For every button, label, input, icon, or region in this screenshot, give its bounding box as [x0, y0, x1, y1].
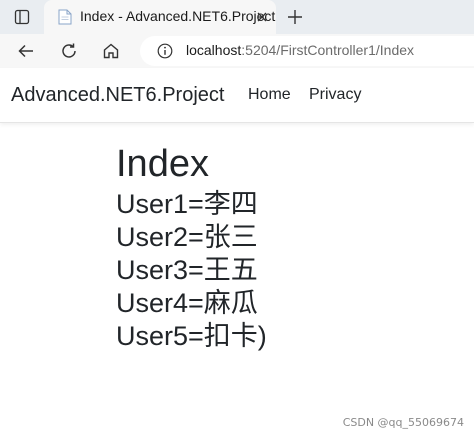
back-icon[interactable] [14, 39, 38, 63]
site-brand-link[interactable]: Advanced.NET6.Project [11, 84, 224, 107]
address-bar[interactable]: localhost:5204/FirstController1/Index [140, 36, 474, 66]
info-icon[interactable] [157, 43, 173, 59]
new-tab-icon[interactable] [284, 6, 306, 28]
url-path: :5204/FirstController1/Index [241, 42, 415, 58]
browser-toolbar: localhost:5204/FirstController1/Index [0, 34, 474, 68]
browser-tab[interactable]: Index - Advanced.NET6.Project [44, 0, 276, 34]
user-entry: User5=扣卡) [116, 321, 267, 351]
tab-strip: Index - Advanced.NET6.Project [0, 0, 474, 34]
watermark: CSDN @qq_55069674 [342, 416, 464, 429]
refresh-icon[interactable] [57, 39, 81, 63]
home-icon[interactable] [99, 39, 123, 63]
tab-actions-icon[interactable] [10, 6, 34, 28]
site-navbar: Advanced.NET6.Project Home Privacy [0, 68, 474, 123]
nav-link-privacy[interactable]: Privacy [309, 86, 361, 104]
url-host: localhost [186, 42, 242, 58]
user-entry: User4=麻瓜 [116, 288, 258, 318]
user-entry: User3=王五 [116, 255, 258, 285]
url-text: localhost:5204/FirstController1/Index [186, 42, 414, 58]
page-favicon-icon [58, 9, 72, 25]
user-entry: User1=李四 [116, 189, 258, 219]
tab-title: Index - Advanced.NET6.Project [80, 8, 276, 24]
close-icon[interactable] [254, 9, 270, 25]
user-entry: User2=张三 [116, 222, 258, 252]
nav-link-home[interactable]: Home [248, 86, 291, 104]
main-content: Index User1=李四 User2=张三 User3=王五 User4=麻… [116, 142, 267, 353]
page-title: Index [116, 143, 209, 185]
page-viewport: Advanced.NET6.Project Home Privacy Index… [0, 68, 474, 437]
